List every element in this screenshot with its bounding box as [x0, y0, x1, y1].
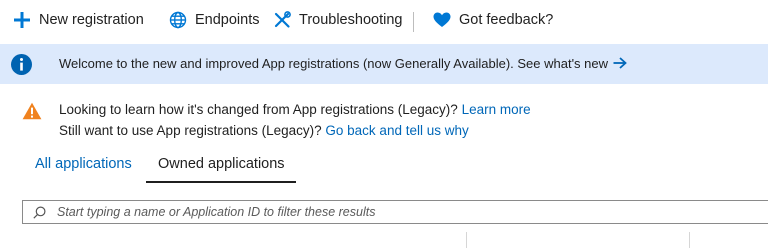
- filter-search-box: [22, 200, 768, 224]
- learn-more-link[interactable]: Learn more: [462, 102, 531, 117]
- heart-icon: [432, 10, 452, 30]
- new-registration-label: New registration: [39, 12, 144, 28]
- column-divider[interactable]: [466, 232, 467, 248]
- tab-all-applications[interactable]: All applications: [35, 156, 132, 172]
- troubleshooting-label: Troubleshooting: [299, 12, 403, 28]
- go-back-link[interactable]: Go back and tell us why: [325, 123, 468, 138]
- warning-line-2-text: Still want to use App registrations (Leg…: [59, 123, 322, 138]
- feedback-button[interactable]: Got feedback?: [432, 0, 553, 40]
- column-divider[interactable]: [689, 232, 690, 248]
- endpoints-label: Endpoints: [195, 12, 260, 28]
- filter-search-input[interactable]: [57, 203, 657, 221]
- search-icon: [33, 206, 46, 219]
- warning-line-1: Looking to learn how it's changed from A…: [59, 102, 531, 117]
- warning-line-2: Still want to use App registrations (Leg…: [59, 123, 469, 138]
- toolbar-divider: [413, 12, 414, 32]
- plus-icon: [12, 10, 32, 30]
- troubleshooting-button[interactable]: Troubleshooting: [272, 0, 402, 40]
- info-banner[interactable]: Welcome to the new and improved App regi…: [0, 44, 768, 84]
- info-banner-text: Welcome to the new and improved App regi…: [59, 56, 609, 71]
- warning-icon: [22, 102, 42, 120]
- tab-owned-applications[interactable]: Owned applications: [158, 156, 285, 172]
- feedback-label: Got feedback?: [459, 12, 554, 28]
- new-registration-button[interactable]: New registration: [12, 0, 144, 40]
- arrow-right-icon: [613, 57, 627, 72]
- warning-line-1-text: Looking to learn how it's changed from A…: [59, 102, 458, 117]
- globe-icon: [168, 10, 188, 30]
- legacy-warning: Looking to learn how it's changed from A…: [0, 96, 768, 142]
- command-bar: New registration Endpoints Troubleshooti…: [0, 0, 768, 40]
- info-icon: [11, 54, 32, 75]
- tools-icon: [272, 10, 292, 30]
- active-tab-indicator: [146, 181, 296, 183]
- info-banner-message: Welcome to the new and improved App regi…: [59, 56, 627, 72]
- endpoints-button[interactable]: Endpoints: [168, 0, 260, 40]
